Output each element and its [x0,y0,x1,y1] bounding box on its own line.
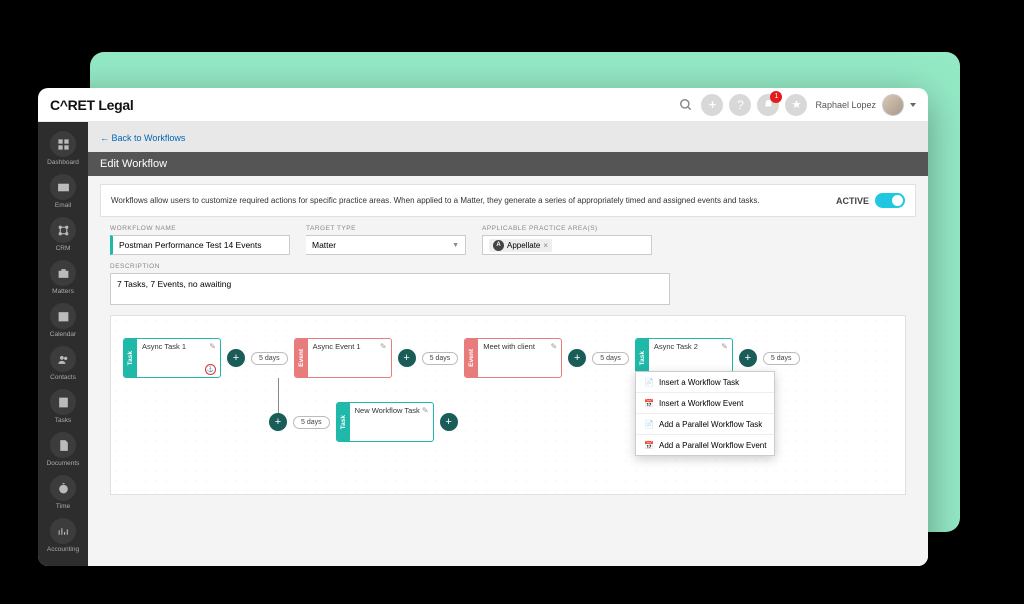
edit-icon[interactable]: ✎ [380,342,387,351]
sidebar-item-accounting[interactable]: Accounting [38,513,88,556]
menu-insert-task[interactable]: 📄Insert a Workflow Task [636,372,774,393]
add-icon[interactable] [701,94,723,116]
edit-icon[interactable]: ✎ [209,342,216,351]
edit-icon[interactable]: ✎ [551,342,558,351]
task-icon: 📄 [644,419,654,429]
chevron-down-icon: ▼ [452,242,459,249]
add-node-button[interactable]: + [440,413,458,431]
sidebar-item-crm[interactable]: CRM [38,212,88,255]
search-icon[interactable] [679,98,693,112]
menu-parallel-task[interactable]: 📄Add a Parallel Workflow Task [636,414,774,435]
workflow-canvas[interactable]: Task Async Task 1✎⚓ + 5 days Event Async… [110,315,906,495]
practice-area-label: APPLICABLE PRACTICE AREA(S) [482,225,652,232]
context-menu: 📄Insert a Workflow Task 📅Insert a Workfl… [635,371,775,456]
add-node-button[interactable]: + [269,413,287,431]
notifications-icon[interactable]: 1 [757,94,779,116]
event-icon: 📅 [644,398,654,408]
practice-area-chip: AAppellate× [489,239,552,252]
workflow-node-event[interactable]: Event Async Event 1✎ [294,338,392,378]
menu-insert-event[interactable]: 📅Insert a Workflow Event [636,393,774,414]
task-icon: 📄 [644,377,654,387]
notification-badge: 1 [770,91,782,103]
practice-area-input[interactable]: AAppellate× [482,235,652,255]
edit-icon[interactable]: ✎ [721,342,728,351]
add-node-button[interactable]: + [227,349,245,367]
event-icon: 📅 [644,440,654,450]
workflow-node-task[interactable]: Task Async Task 1✎⚓ [123,338,221,378]
sidebar-item-matters[interactable]: Matters [38,255,88,298]
anchor-icon[interactable]: ⚓ [205,364,216,375]
back-link[interactable]: Back to Workflows [100,133,185,143]
add-node-button[interactable]: + [568,349,586,367]
remove-chip-icon[interactable]: × [543,241,548,250]
workflow-name-label: WORKFLOW NAME [110,225,290,232]
description-label: DESCRIPTION [110,263,906,270]
avatar [882,94,904,116]
duration-pill[interactable]: 5 days [422,352,459,365]
sidebar: Dashboard Email CRM Matters 12Calendar C… [38,122,88,566]
duration-pill[interactable]: 5 days [293,416,330,429]
topbar: C^RET Legal ? 1 Raphael Lopez [38,88,928,122]
sidebar-item-documents[interactable]: Documents [38,427,88,470]
favorites-icon[interactable] [785,94,807,116]
target-type-select[interactable]: Matter▼ [306,235,466,255]
duration-pill[interactable]: 5 days [251,352,288,365]
sidebar-item-dashboard[interactable]: Dashboard [38,126,88,169]
duration-pill[interactable]: 5 days [763,352,800,365]
help-icon[interactable]: ? [729,94,751,116]
app-window: C^RET Legal ? 1 Raphael Lopez Dashboard … [38,88,928,566]
description-input[interactable]: 7 Tasks, 7 Events, no awaiting [110,273,670,305]
brand-logo: C^RET Legal [50,97,133,113]
sidebar-item-time[interactable]: Time [38,470,88,513]
sidebar-item-email[interactable]: Email [38,169,88,212]
page-title: Edit Workflow [88,152,928,176]
svg-text:12: 12 [61,316,65,320]
target-type-label: TARGET TYPE [306,225,466,232]
duration-pill[interactable]: 5 days [592,352,629,365]
user-menu[interactable]: Raphael Lopez [815,94,916,116]
chevron-down-icon [910,103,916,107]
sidebar-item-tasks[interactable]: Tasks [38,384,88,427]
active-toggle[interactable] [875,193,905,208]
intro-text: Workflows allow users to customize requi… [111,196,836,205]
sidebar-item-calendar[interactable]: 12Calendar [38,298,88,341]
workflow-node-event[interactable]: Event Meet with client✎ [464,338,562,378]
workflow-name-input[interactable]: Postman Performance Test 14 Events [110,235,290,255]
menu-parallel-event[interactable]: 📅Add a Parallel Workflow Event [636,435,774,455]
active-label: ACTIVE [836,196,869,206]
edit-icon[interactable]: ✎ [422,406,429,415]
add-node-button[interactable]: + [739,349,757,367]
add-node-button[interactable]: + [398,349,416,367]
sidebar-item-contacts[interactable]: Contacts [38,341,88,384]
user-name: Raphael Lopez [815,100,876,110]
workflow-node-task[interactable]: Task New Workflow Task✎ [336,402,434,442]
